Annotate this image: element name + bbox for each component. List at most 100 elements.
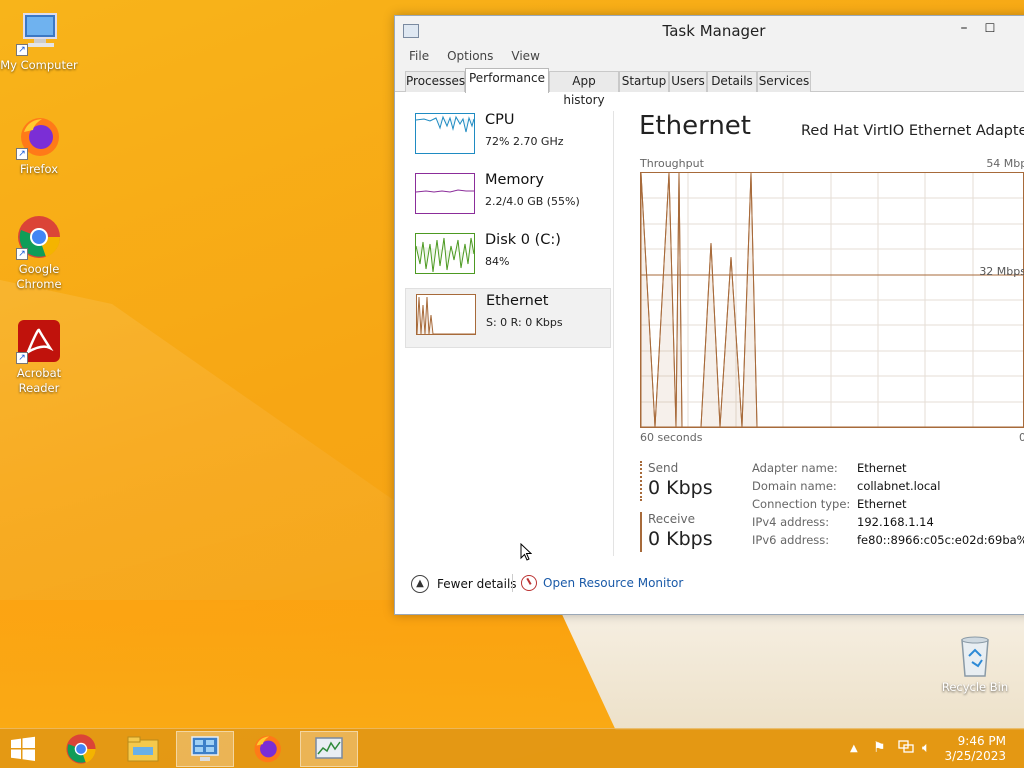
- chrome-icon: [66, 734, 96, 764]
- resource-name: Ethernet: [486, 293, 549, 309]
- menu-view[interactable]: View: [511, 46, 539, 66]
- menu-file[interactable]: File: [409, 46, 429, 66]
- footer-separator: [512, 574, 513, 592]
- time-span-label: 60 seconds: [640, 431, 703, 444]
- resource-detail: 72% 2.70 GHz: [485, 135, 564, 148]
- property-key: Domain name:: [752, 479, 837, 493]
- file-explorer-taskbar-button[interactable]: [114, 731, 172, 767]
- tab-bar: Processes Performance App history Startu…: [395, 66, 1024, 107]
- footer-bar: ▲ Fewer details Open Resource Monitor: [395, 564, 1024, 604]
- resource-monitor-icon: [521, 575, 537, 591]
- property-row: Adapter name: Ethernet: [752, 461, 1024, 479]
- ethernet-mini-graph: [416, 294, 476, 335]
- mouse-cursor-icon: [520, 543, 532, 561]
- minimize-button[interactable]: –: [951, 18, 977, 40]
- chrome-taskbar-button[interactable]: [52, 731, 110, 767]
- task-manager-window: Task Manager – ☐ File Options View Proce…: [394, 15, 1024, 615]
- open-resource-monitor-link[interactable]: Open Resource Monitor: [521, 575, 683, 591]
- resource-detail: 84%: [485, 255, 510, 268]
- resource-name: CPU: [485, 112, 515, 128]
- tab-services[interactable]: Services: [757, 71, 811, 92]
- adapter-description: Red Hat VirtIO Ethernet Adapter: [801, 123, 1024, 139]
- desktop-icon-label: Recycle Bin: [941, 680, 1009, 694]
- property-value: Ethernet: [857, 461, 907, 475]
- property-key: IPv6 address:: [752, 533, 830, 547]
- desktop-icon-label: My Computer: [0, 58, 78, 72]
- system-clock[interactable]: 9:46 PM 3/25/2023: [944, 734, 1006, 764]
- resource-item-ethernet[interactable]: Ethernet S: 0 R: 0 Kbps: [405, 288, 611, 348]
- max-scale-label: 54 Mbps: [986, 157, 1024, 170]
- property-value: Ethernet: [857, 497, 907, 511]
- title-bar[interactable]: Task Manager – ☐: [395, 16, 1024, 46]
- throughput-graph: [640, 172, 1024, 428]
- desktop-icon-google-chrome[interactable]: ↗ Google Chrome: [0, 214, 78, 292]
- pane-divider[interactable]: [613, 111, 614, 556]
- ethernet-detail-pane: Ethernet Red Hat VirtIO Ethernet Adapter…: [631, 108, 1024, 578]
- task-manager-icon: [315, 737, 343, 759]
- tab-users[interactable]: Users: [669, 71, 707, 92]
- resource-list: CPU 72% 2.70 GHz Memory 2.2/4.0 GB (55%)…: [405, 108, 611, 578]
- desktop-icon-my-computer[interactable]: ↗ My Computer: [0, 10, 78, 73]
- detail-title: Ethernet: [639, 111, 751, 141]
- clock-time: 9:46 PM: [957, 734, 1006, 748]
- property-value: fe80::8966:c05c:e02d:69ba%3: [857, 533, 1024, 547]
- show-hidden-icons-chevron-icon[interactable]: ▲: [850, 743, 858, 754]
- menu-bar: File Options View: [395, 46, 1024, 66]
- property-key: Adapter name:: [752, 461, 838, 475]
- fewer-details-button[interactable]: ▲ Fewer details: [411, 575, 517, 593]
- property-row: Domain name: collabnet.local: [752, 479, 1024, 497]
- menu-options[interactable]: Options: [447, 46, 493, 66]
- firefox-icon: ↗: [16, 114, 62, 160]
- volume-icon[interactable]: 🔈︎: [922, 740, 930, 756]
- property-row: IPv6 address: fe80::8966:c05c:e02d:69ba%…: [752, 533, 1024, 551]
- folder-icon: [127, 736, 159, 762]
- resource-item-cpu[interactable]: CPU 72% 2.70 GHz: [405, 108, 611, 168]
- window-title: Task Manager: [662, 22, 766, 40]
- start-button[interactable]: [0, 731, 46, 767]
- property-row: IPv4 address: 192.168.1.14: [752, 515, 1024, 533]
- shortcut-arrow-icon: ↗: [16, 44, 28, 56]
- send-label: Send: [648, 461, 679, 475]
- mid-scale-label: 32 Mbps: [979, 265, 1024, 278]
- task-manager-taskbar-button[interactable]: [300, 731, 358, 767]
- desktop-icon-firefox[interactable]: ↗ Firefox: [0, 114, 78, 177]
- firefox-taskbar-button[interactable]: [238, 731, 296, 767]
- taskbar: ▲ ⚑ 🔈︎ 9:46 PM 3/25/2023: [0, 728, 1024, 768]
- receive-label: Receive: [648, 512, 695, 526]
- tab-processes[interactable]: Processes: [405, 71, 465, 92]
- resource-item-disk[interactable]: Disk 0 (C:) 84%: [405, 228, 611, 288]
- shortcut-arrow-icon: ↗: [16, 148, 28, 160]
- disk-mini-graph: [415, 233, 475, 274]
- control-panel-icon: [191, 736, 219, 761]
- desktop-icon-label: Google Chrome: [16, 262, 62, 291]
- resource-detail: S: 0 R: 0 Kbps: [486, 316, 563, 329]
- tab-app-history[interactable]: App history: [549, 71, 619, 107]
- desktop-icon-acrobat-reader[interactable]: ↗ Acrobat Reader: [0, 318, 78, 396]
- tab-performance[interactable]: Performance: [465, 68, 549, 93]
- resource-item-memory[interactable]: Memory 2.2/4.0 GB (55%): [405, 168, 611, 228]
- windows-logo-icon: [11, 736, 35, 761]
- firefox-icon: [254, 735, 281, 763]
- recycle-bin-icon: [952, 632, 998, 678]
- desktop-icon-recycle-bin[interactable]: Recycle Bin: [936, 632, 1014, 695]
- computer-icon: ↗: [16, 10, 62, 56]
- property-row: Connection type: Ethernet: [752, 497, 1024, 515]
- acrobat-icon: ↗: [16, 318, 62, 364]
- resource-name: Disk 0 (C:): [485, 232, 561, 248]
- open-resource-monitor-label: Open Resource Monitor: [543, 576, 684, 590]
- throughput-label: Throughput: [640, 157, 704, 170]
- receive-stat: Receive 0 Kbps: [640, 512, 740, 556]
- desktop-bg-shape: [0, 600, 620, 730]
- property-value: collabnet.local: [857, 479, 941, 493]
- clock-date: 3/25/2023: [944, 749, 1006, 763]
- tab-details[interactable]: Details: [707, 71, 757, 92]
- network-icon[interactable]: [898, 740, 914, 758]
- maximize-button[interactable]: ☐: [977, 18, 1003, 40]
- action-center-flag-icon[interactable]: ⚑: [873, 740, 886, 756]
- control-panel-taskbar-button[interactable]: [176, 731, 234, 767]
- chrome-icon: ↗: [16, 214, 62, 260]
- send-value: 0 Kbps: [648, 477, 713, 499]
- tab-startup[interactable]: Startup: [619, 71, 669, 92]
- adapter-properties: Adapter name: Ethernet Domain name: coll…: [752, 461, 1024, 551]
- send-indicator: [640, 461, 642, 501]
